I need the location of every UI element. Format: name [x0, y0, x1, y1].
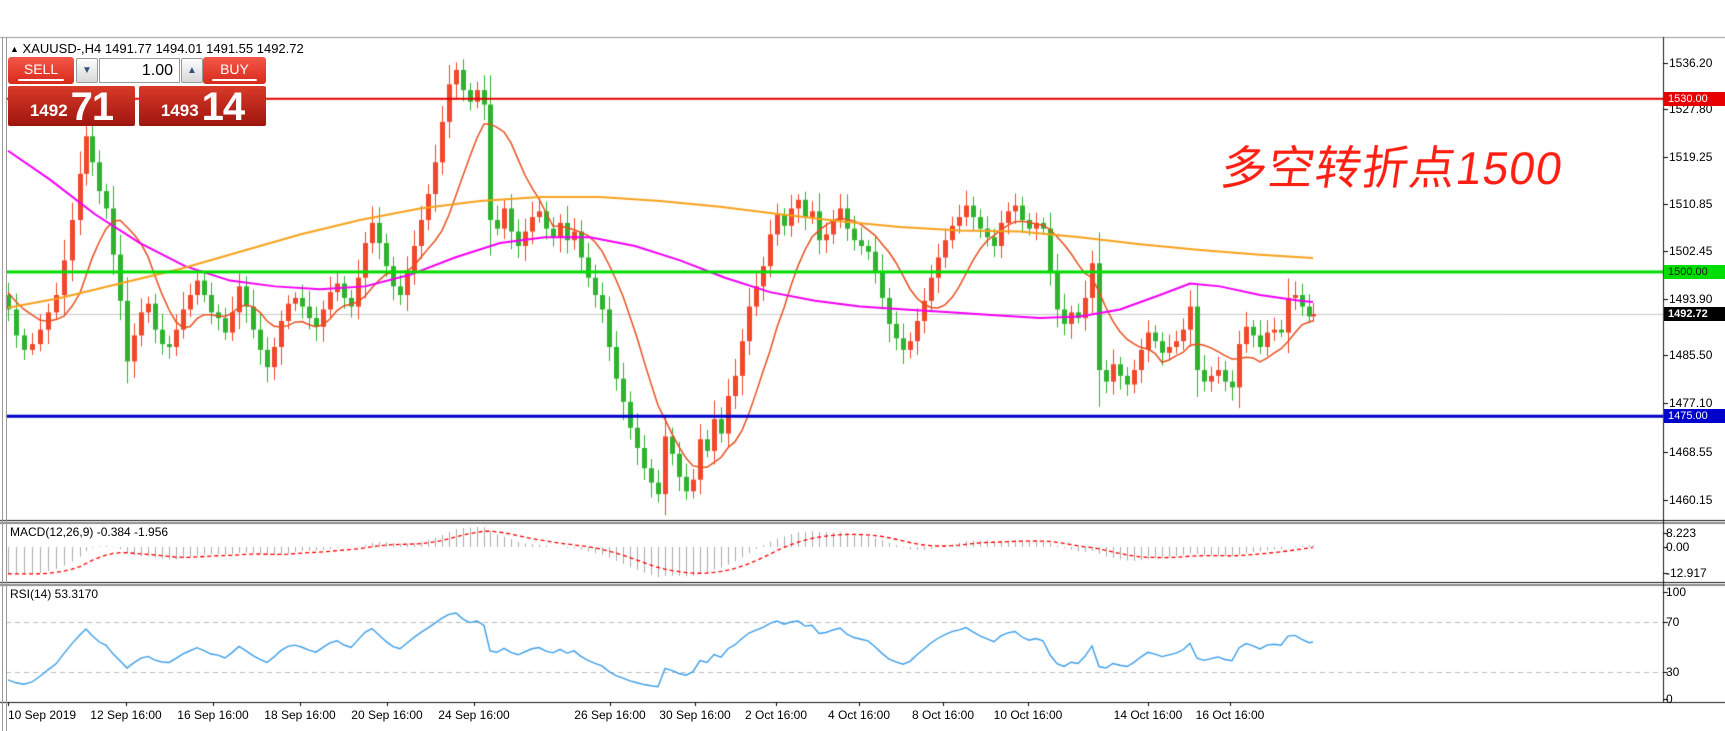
price-level-badge: 1500.00 — [1664, 265, 1725, 279]
sell-price-button[interactable]: 1492 71 — [8, 86, 135, 126]
buy-underline — [212, 79, 256, 81]
buy-button-label: BUY — [220, 61, 249, 77]
rsi-axis-tick: 0 — [1666, 692, 1673, 706]
time-axis-tick: 16 Sep 16:00 — [177, 708, 248, 722]
time-axis-tick: 2 Oct 16:00 — [745, 708, 807, 722]
time-axis-tick: 16 Oct 16:00 — [1196, 708, 1265, 722]
sell-price-pips: 71 — [71, 88, 114, 126]
price-axis-tick: 1477.10 — [1669, 396, 1712, 410]
time-axis-tick: 18 Sep 16:00 — [264, 708, 335, 722]
rsi-axis-tick: 100 — [1666, 585, 1686, 599]
window-left-border — [2, 37, 3, 731]
buy-button[interactable]: BUY — [203, 57, 266, 84]
sell-price-main: 1492 — [30, 101, 68, 121]
time-axis-tick: 10 Sep 2019 — [8, 708, 76, 722]
rsi-label: RSI(14) 53.3170 — [10, 587, 98, 601]
sell-underline — [18, 79, 64, 81]
sell-button-label: SELL — [24, 61, 58, 77]
symbol-title: ▲ XAUUSD-,H4 1491.77 1494.01 1491.55 149… — [10, 41, 304, 56]
time-axis-tick: 30 Sep 16:00 — [659, 708, 730, 722]
time-axis-tick: 20 Sep 16:00 — [351, 708, 422, 722]
current-price-badge: 1492.72 — [1664, 307, 1725, 321]
buy-price-pips: 14 — [202, 88, 245, 126]
buy-price-button[interactable]: 1493 14 — [139, 86, 266, 126]
buy-price-main: 1493 — [161, 101, 199, 121]
time-axis-tick: 4 Oct 16:00 — [828, 708, 890, 722]
time-axis-tick: 14 Oct 16:00 — [1114, 708, 1183, 722]
time-axis-tick: 10 Oct 16:00 — [994, 708, 1063, 722]
rsi-axis-tick: 70 — [1666, 615, 1679, 629]
macd-axis-tick: 8.223 — [1666, 526, 1696, 540]
price-level-badge: 1530.00 — [1664, 92, 1725, 106]
sell-button[interactable]: SELL — [8, 57, 74, 84]
trading-app-window: E F A T M1M5M15M30H — [0, 0, 1725, 731]
time-axis-tick: 26 Sep 16:00 — [574, 708, 645, 722]
time-axis-tick: 8 Oct 16:00 — [912, 708, 974, 722]
price-axis-tick: 1510.85 — [1669, 197, 1712, 211]
price-axis-tick: 1519.25 — [1669, 150, 1712, 164]
collapse-arrow-icon[interactable]: ▲ — [10, 44, 19, 54]
symbol-period-label: XAUUSD-,H4 — [23, 41, 102, 56]
time-axis-tick: 24 Sep 16:00 — [438, 708, 509, 722]
macd-axis-tick: 0.00 — [1666, 540, 1689, 554]
price-axis-tick: 1502.45 — [1669, 244, 1712, 258]
ohlc-values: 1491.77 1494.01 1491.55 1492.72 — [105, 41, 304, 56]
price-axis-tick: 1493.90 — [1669, 292, 1712, 306]
one-click-trading-panel: SELL ▼ ▲ BUY 1492 71 1493 14 — [8, 57, 266, 126]
chart-annotation-text: 多空转折点1500 — [1217, 132, 1568, 198]
volume-input[interactable] — [99, 58, 180, 83]
price-axis-tick: 1485.50 — [1669, 348, 1712, 362]
price-axis-tick: 1468.55 — [1669, 445, 1712, 459]
macd-label: MACD(12,26,9) -0.384 -1.956 — [10, 525, 168, 539]
time-axis-tick: 12 Sep 16:00 — [90, 708, 161, 722]
price-level-badge: 1475.00 — [1664, 409, 1725, 423]
price-axis-tick: 1460.15 — [1669, 493, 1712, 507]
volume-decrease-button[interactable]: ▼ — [76, 58, 98, 83]
macd-axis-tick: -12.917 — [1666, 566, 1707, 580]
price-axis-tick: 1536.20 — [1669, 56, 1712, 70]
rsi-axis-tick: 30 — [1666, 665, 1679, 679]
volume-increase-button[interactable]: ▲ — [181, 58, 203, 83]
